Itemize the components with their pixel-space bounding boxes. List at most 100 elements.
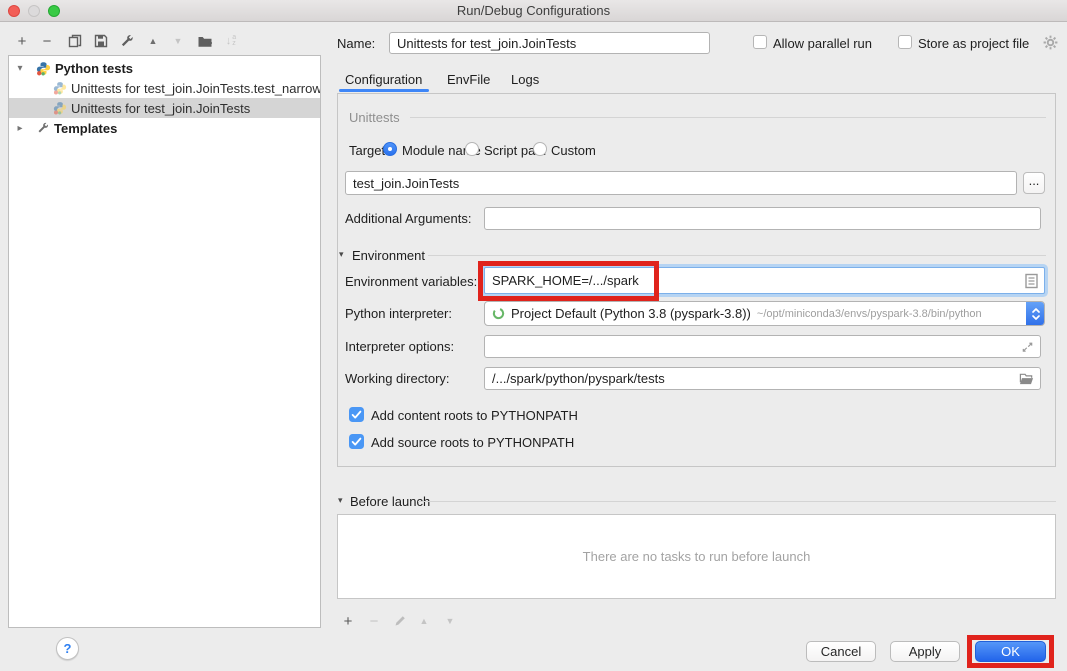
working-directory-value: /.../spark/python/pyspark/tests (492, 371, 665, 386)
sort-configurations-button[interactable]: ↓az (221, 31, 241, 51)
sort-az-icon: ↓az (226, 35, 236, 47)
store-options-gear-button[interactable] (1042, 34, 1059, 51)
python-interpreter-select[interactable]: Project Default (Python 3.8 (pyspark-3.8… (484, 301, 1045, 326)
section-divider (428, 255, 1046, 256)
templates-wrench-icon (36, 121, 50, 135)
module-name-input[interactable] (345, 171, 1017, 195)
configurations-tree: ▾ Python tests Unittests for test_join.J… (8, 55, 321, 628)
help-button[interactable]: ? (56, 637, 79, 660)
python-test-icon (53, 101, 67, 115)
group-divider (410, 117, 1046, 118)
python-interpreter-label: Python interpreter: (345, 306, 452, 321)
browse-module-button[interactable]: ... (1023, 172, 1045, 194)
tab-logs[interactable]: Logs (511, 72, 539, 87)
remove-task-button[interactable]: − (364, 611, 384, 631)
name-input[interactable] (389, 32, 710, 54)
apply-button[interactable]: Apply (890, 641, 960, 662)
new-folder-button[interactable] (195, 31, 215, 51)
run-debug-configurations-dialog: Run/Debug Configurations + − ▲ ▼ ↓az (0, 0, 1067, 671)
tree-item-unittest-jointests[interactable]: Unittests for test_join.JoinTests (9, 98, 320, 118)
add-task-button[interactable]: + (338, 611, 358, 631)
allow-parallel-run-label[interactable]: Allow parallel run (773, 36, 872, 51)
move-down-button[interactable]: ▼ (168, 31, 188, 51)
plus-icon: + (344, 614, 353, 629)
environment-variables-value: SPARK_HOME=/.../spark (492, 273, 639, 288)
add-source-roots-checkbox[interactable] (349, 434, 364, 449)
pencil-icon (393, 614, 407, 628)
ellipsis-icon: ... (1029, 173, 1040, 188)
move-task-up-button[interactable]: ▲ (414, 611, 434, 631)
interpreter-options-input[interactable] (484, 335, 1041, 358)
gear-icon (1042, 34, 1059, 51)
edit-templates-button[interactable] (117, 31, 137, 51)
store-as-project-file-checkbox[interactable] (898, 35, 912, 49)
window-title: Run/Debug Configurations (0, 0, 1067, 22)
working-directory-label: Working directory: (345, 371, 450, 386)
unittests-group-title: Unittests (349, 110, 400, 125)
edit-variables-list-icon[interactable] (1025, 273, 1038, 288)
active-tab-underline (339, 89, 429, 92)
select-stepper-icon[interactable] (1026, 301, 1045, 326)
working-directory-input[interactable]: /.../spark/python/pyspark/tests (484, 367, 1041, 390)
python-interpreter-path: ~/opt/miniconda3/envs/pyspark-3.8/bin/py… (757, 308, 982, 320)
section-divider (418, 501, 1056, 502)
plus-icon: + (18, 34, 27, 49)
copy-configuration-button[interactable] (65, 31, 85, 51)
wrench-icon (119, 33, 135, 49)
minus-icon: − (370, 614, 379, 629)
save-configuration-button[interactable] (91, 31, 111, 51)
environment-variables-label: Environment variables: (345, 274, 477, 289)
tree-item-label: Unittests for test_join.JoinTests (71, 101, 250, 116)
save-icon (93, 33, 109, 49)
question-mark-icon: ? (64, 641, 72, 656)
tree-item-unittest-narrow[interactable]: Unittests for test_join.JoinTests.test_n… (9, 78, 320, 98)
tree-item-label: Python tests (55, 61, 133, 76)
python-tests-icon (36, 61, 51, 76)
titlebar: Run/Debug Configurations (0, 0, 1067, 22)
allow-parallel-run-checkbox[interactable] (753, 35, 767, 49)
checked-checkbox-icon (349, 407, 364, 422)
move-task-down-button[interactable]: ▼ (440, 611, 460, 631)
tab-envfile[interactable]: EnvFile (447, 72, 490, 87)
add-content-roots-label[interactable]: Add content roots to PYTHONPATH (371, 408, 578, 423)
add-source-roots-label[interactable]: Add source roots to PYTHONPATH (371, 435, 574, 450)
add-content-roots-checkbox[interactable] (349, 407, 364, 422)
edit-task-button[interactable] (390, 611, 410, 631)
radio-custom[interactable] (533, 142, 547, 156)
environment-section-title: Environment (352, 248, 425, 263)
folder-icon[interactable] (1019, 372, 1034, 385)
chevron-right-icon[interactable]: ▸ (14, 123, 26, 134)
radio-module-name[interactable] (383, 142, 397, 156)
python-test-icon (53, 81, 67, 95)
tree-item-templates[interactable]: ▸ Templates (9, 118, 320, 138)
copy-icon (67, 33, 83, 49)
name-label: Name: (337, 36, 375, 51)
before-launch-task-list[interactable]: There are no tasks to run before launch (337, 514, 1056, 599)
arrow-down-icon: ▼ (174, 37, 183, 46)
radio-custom-label[interactable]: Custom (551, 143, 596, 158)
ok-button[interactable]: OK (975, 641, 1046, 662)
before-launch-collapse-icon[interactable]: ▾ (338, 496, 343, 505)
chevron-down-icon[interactable]: ▾ (14, 63, 26, 74)
arrow-up-icon: ▲ (420, 617, 429, 626)
conda-env-icon (492, 307, 505, 320)
expand-field-icon[interactable] (1021, 340, 1034, 353)
checked-checkbox-icon (349, 434, 364, 449)
tree-item-python-tests[interactable]: ▾ Python tests (9, 58, 320, 78)
move-up-button[interactable]: ▲ (143, 31, 163, 51)
additional-arguments-input[interactable] (484, 207, 1041, 230)
cancel-button[interactable]: Cancel (806, 641, 876, 662)
minus-icon: − (43, 34, 52, 49)
python-interpreter-value: Project Default (Python 3.8 (pyspark-3.8… (511, 306, 751, 321)
arrow-down-icon: ▼ (446, 617, 455, 626)
additional-arguments-label: Additional Arguments: (345, 211, 471, 226)
tree-item-label: Unittests for test_join.JoinTests.test_n… (71, 81, 321, 96)
store-as-project-file-label[interactable]: Store as project file (918, 36, 1029, 51)
environment-collapse-icon[interactable]: ▾ (339, 250, 344, 259)
environment-variables-input[interactable]: SPARK_HOME=/.../spark (484, 267, 1045, 294)
tab-configuration[interactable]: Configuration (345, 72, 422, 87)
radio-script-path[interactable] (465, 142, 479, 156)
remove-configuration-button[interactable]: − (37, 31, 57, 51)
add-configuration-button[interactable]: + (12, 31, 32, 51)
before-launch-empty-message: There are no tasks to run before launch (583, 549, 811, 564)
